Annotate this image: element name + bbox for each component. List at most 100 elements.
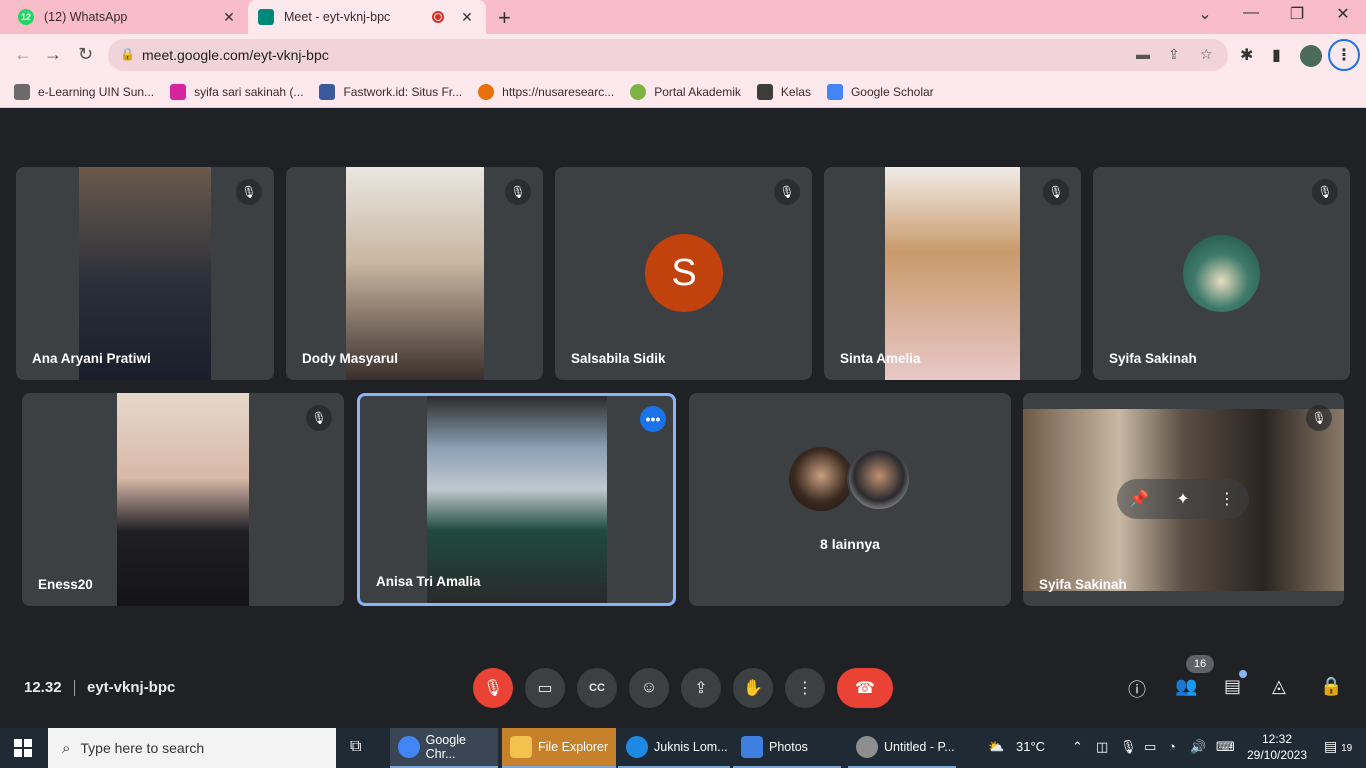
chat-icon[interactable]: ▤ [1224, 676, 1241, 697]
participant-tile[interactable]: 🎙 Dody Masyarul [286, 167, 543, 380]
microphone-off-button[interactable]: 🎙 [473, 668, 513, 708]
taskbar-app-label: Untitled - P... [884, 740, 955, 754]
participant-name: Sinta Amelia [840, 351, 921, 366]
side-panel-icon[interactable]: ▮ [1272, 45, 1281, 65]
tab-whatsapp[interactable]: 12 (12) WhatsApp ✕ [8, 0, 248, 34]
people-count-badge: 16 [1186, 655, 1214, 673]
tile-hover-controls: 📌 ✦ ⋮ [1117, 479, 1249, 519]
participant-tile[interactable]: 🎙 Sinta Amelia [824, 167, 1081, 380]
tab-search-icon[interactable]: ⌄ [1182, 4, 1228, 24]
weather-temperature[interactable]: 31°C [1016, 739, 1045, 754]
microphone-icon[interactable]: 🎙 [1120, 739, 1137, 755]
participant-tile-active[interactable]: ••• Anisa Tri Amalia [357, 393, 676, 606]
reload-button[interactable]: ↻ [78, 44, 93, 65]
meeting-info-icon[interactable]: ⓘ [1128, 676, 1146, 702]
close-tab-icon[interactable]: ✕ [458, 9, 476, 26]
windows-start-icon[interactable] [14, 739, 32, 757]
url-text: meet.google.com/eyt-vknj-bpc [142, 47, 329, 63]
present-screen-button[interactable]: ⇪ [681, 668, 721, 708]
back-button[interactable]: ← [14, 44, 32, 65]
taskbar-app-photos[interactable]: Photos [733, 728, 841, 768]
others-tile[interactable]: 8 lainnya [689, 393, 1011, 606]
captions-button[interactable]: CC [577, 668, 617, 708]
volume-icon[interactable]: 🔊 [1190, 739, 1206, 755]
bookmark-star-icon[interactable]: ☆ [1200, 46, 1213, 63]
edge-icon [626, 736, 648, 758]
close-window-button[interactable]: ✕ [1320, 4, 1366, 24]
participant-name: Syifa Sakinah [1109, 351, 1197, 366]
mic-off-icon: 🎙 [1306, 405, 1332, 431]
tab-title: (12) WhatsApp [44, 10, 128, 24]
chrome-icon [398, 736, 420, 758]
people-icon[interactable]: 👥 [1175, 676, 1197, 697]
wifi-icon[interactable]: ◔ [1168, 739, 1176, 754]
lock-icon[interactable]: 🔒 [120, 47, 135, 61]
participant-tile[interactable]: 📌 ✦ ⋮ 🎙 Syifa Sakinah [1023, 393, 1344, 606]
taskbar-app-edge[interactable]: Juknis Lom... [618, 728, 730, 768]
participant-avatar: S [645, 234, 723, 312]
clock-time: 12:32 [1261, 732, 1293, 746]
bookmark-google-scholar[interactable]: Google Scholar [826, 83, 934, 100]
taskbar-app-chrome[interactable]: Google Chr... [390, 728, 498, 768]
forward-button[interactable]: → [44, 44, 62, 65]
keyboard-icon[interactable]: ⌨ [1216, 739, 1235, 755]
taskbar-app-label: Google Chr... [425, 733, 466, 761]
bookmark-elearning[interactable]: e-Learning UIN Sun... [14, 83, 154, 100]
folder-icon [510, 736, 532, 758]
recording-icon [432, 11, 444, 23]
pin-icon[interactable]: 📌 [1117, 489, 1161, 509]
raise-hand-button[interactable]: ✋ [733, 668, 773, 708]
participant-tile[interactable]: 🎙 Eness20 [22, 393, 344, 606]
bookmark-label: https://nusaresearc... [502, 84, 615, 99]
more-options-icon[interactable]: ••• [640, 406, 666, 432]
bookmark-nusaresearch[interactable]: https://nusaresearc... [478, 83, 615, 100]
browser-menu-icon[interactable]: ⋮ [1328, 39, 1360, 71]
tab-title: Meet - eyt-vknj-bpc [284, 10, 391, 24]
host-controls-icon[interactable]: 🔒 [1320, 676, 1342, 697]
taskbar-search[interactable]: ⌕ Type here to search [48, 728, 336, 768]
taskbar-app-paint[interactable]: Untitled - P... [848, 728, 956, 768]
network-icon[interactable]: ◫ [1096, 739, 1108, 755]
camera-icon[interactable]: ▬ [1136, 46, 1150, 62]
meeting-code: eyt-vknj-bpc [87, 679, 176, 696]
mic-off-icon: 🎙 [505, 179, 531, 205]
more-options-icon[interactable]: ⋮ [1205, 489, 1249, 509]
battery-icon[interactable]: ▭ [1144, 739, 1156, 755]
effects-sparkle-icon[interactable]: ✦ [1161, 489, 1205, 509]
new-tab-button[interactable]: + [498, 5, 511, 31]
fastwork-icon [319, 83, 336, 100]
extensions-icon[interactable]: ✱ [1240, 45, 1253, 65]
show-hidden-icons[interactable]: ⌃ [1072, 739, 1083, 755]
leave-call-button[interactable]: ☎ [837, 668, 893, 708]
taskbar-app-file-explorer[interactable]: File Explorer [502, 728, 616, 768]
mic-off-icon: 🎙 [774, 179, 800, 205]
close-tab-icon[interactable]: ✕ [220, 9, 238, 26]
reactions-button[interactable]: ☺ [629, 668, 669, 708]
weather-icon[interactable]: ⛅ [988, 739, 1004, 755]
activities-icon[interactable]: ◬ [1272, 676, 1286, 697]
bookmark-instagram[interactable]: syifa sari sakinah (... [170, 83, 303, 100]
restore-button[interactable]: ❐ [1274, 4, 1320, 24]
bookmark-portal-akademik[interactable]: Portal Akademik [630, 83, 741, 100]
more-options-button[interactable]: ⋮ [785, 668, 825, 708]
participant-tile[interactable]: 🎙 Ana Aryani Pratiwi [16, 167, 274, 380]
elearning-icon [14, 83, 30, 100]
bookmark-fastwork[interactable]: Fastwork.id: Situs Fr... [319, 83, 462, 100]
notification-count: 19 [1341, 743, 1353, 754]
bookmark-kelas[interactable]: Kelas [756, 83, 811, 100]
share-icon[interactable]: ⇪ [1168, 46, 1180, 63]
mic-off-icon: 🎙 [1043, 179, 1069, 205]
nusaresearch-icon [478, 83, 495, 100]
camera-button[interactable]: ▭ [525, 668, 565, 708]
task-view-icon[interactable]: ⧉ [350, 738, 361, 756]
participant-tile[interactable]: 🎙 Syifa Sakinah [1093, 167, 1350, 380]
profile-avatar[interactable] [1300, 45, 1322, 67]
portal-akademik-icon [630, 83, 647, 100]
system-clock[interactable]: 12:32 29/10/2023 [1246, 731, 1308, 763]
search-icon: ⌕ [62, 739, 71, 757]
tab-meet[interactable]: Meet - eyt-vknj-bpc ✕ [248, 0, 486, 34]
address-bar[interactable]: 🔒 meet.google.com/eyt-vknj-bpc ▬ ⇪ ☆ [108, 39, 1228, 71]
minimize-button[interactable]: — [1228, 4, 1274, 22]
participant-tile[interactable]: S 🎙 Salsabila Sidik [555, 167, 812, 380]
notification-center-icon[interactable]: ▤ 19 [1324, 738, 1352, 755]
